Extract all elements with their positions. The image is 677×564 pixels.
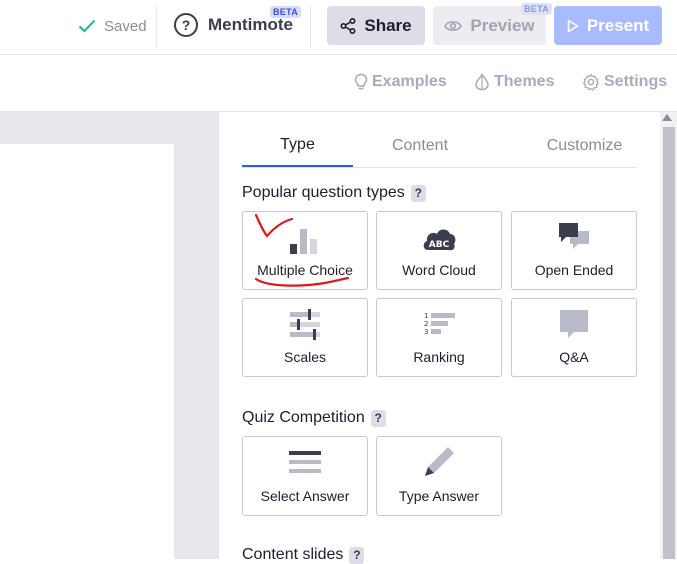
popular-section-title: Popular question types ? [242,184,426,202]
ranking-icon: 1 2 3 [421,307,457,343]
tab-content[interactable]: Content [364,125,476,167]
eye-icon [444,20,463,32]
themes-link[interactable]: Themes [474,73,554,91]
settings-link[interactable]: Settings [582,73,667,91]
word-cloud-card[interactable]: ABC Word Cloud [376,211,502,290]
open-ended-card[interactable]: Open Ended [511,211,637,290]
examples-link[interactable]: Examples [354,73,447,91]
content-section-title: Content slides ? [242,546,365,564]
saved-status: Saved [78,14,147,38]
card-label: Type Answer [398,488,480,504]
saved-label: Saved [104,17,147,35]
slide-canvas-area [0,112,219,559]
card-label: Ranking [413,349,465,365]
card-label: Word Cloud [402,262,476,278]
quiz-title-label: Quiz Competition [242,409,365,426]
help-icon[interactable]: ? [349,546,365,564]
card-label: Open Ended [534,262,614,278]
tab-customize[interactable]: Customize [514,125,655,167]
play-icon [567,19,579,33]
ranking-number: 3 [424,328,428,336]
qa-card[interactable]: Q&A [511,298,637,377]
multiple-choice-card[interactable]: Multiple Choice [242,211,368,290]
settings-label: Settings [604,73,668,90]
divider [156,6,157,48]
card-label: Scales [283,349,327,365]
checkmark-icon [78,19,96,33]
examples-label: Examples [372,73,447,90]
bar-chart-icon [287,220,323,256]
question-type-panel: Type Content Customize Popular question … [219,112,660,564]
help-icon[interactable]: ? [410,184,426,202]
themes-label: Themes [494,73,555,90]
top-bar: Saved ? Mentimote BETA Share Preview BET… [0,0,677,55]
card-label: Select Answer [260,488,350,504]
word-cloud-icon: ABC [421,220,457,256]
share-icon [340,17,356,34]
share-button[interactable]: Share [327,6,425,45]
ranking-number: 1 [424,312,428,320]
ranking-card[interactable]: 1 2 3 Ranking [376,298,502,377]
pencil-icon [421,445,457,481]
divider [310,6,311,48]
share-label: Share [364,15,412,35]
scroll-up-arrow-icon[interactable] [662,114,672,121]
scrollbar-thumb[interactable] [663,127,675,559]
question-circle-icon: ? [174,13,198,37]
secondary-toolbar: Examples Themes Settings [0,55,677,112]
droplet-icon [474,73,490,91]
tab-type[interactable]: Type [242,125,353,167]
preview-beta-badge: BETA [521,3,553,15]
preview-label: Preview [470,15,535,35]
mentimote-beta-badge: BETA [270,6,302,18]
help-icon[interactable]: ? [370,409,386,427]
panel-tabs: Type Content Customize [242,125,637,168]
gear-icon [582,73,600,91]
card-label: Multiple Choice [257,262,353,278]
list-lines-icon [287,445,323,481]
present-button[interactable]: Present [554,6,662,45]
slide-preview[interactable] [0,144,174,559]
lightbulb-icon [354,73,368,91]
ranking-number: 2 [424,320,428,328]
type-answer-card[interactable]: Type Answer [376,436,502,516]
present-label: Present [586,15,650,35]
quiz-section-title: Quiz Competition ? [242,409,386,427]
sliders-icon [287,307,323,343]
qa-bubble-icon [556,307,592,343]
select-answer-card[interactable]: Select Answer [242,436,368,516]
card-label: Q&A [559,349,589,365]
speech-bubbles-icon [556,220,592,256]
word-cloud-icon-text: ABC [429,240,450,250]
content-title-label: Content slides [242,546,344,563]
scales-card[interactable]: Scales [242,298,368,377]
popular-title-label: Popular question types [242,184,405,201]
mentimote-label: Mentimote [208,15,293,34]
